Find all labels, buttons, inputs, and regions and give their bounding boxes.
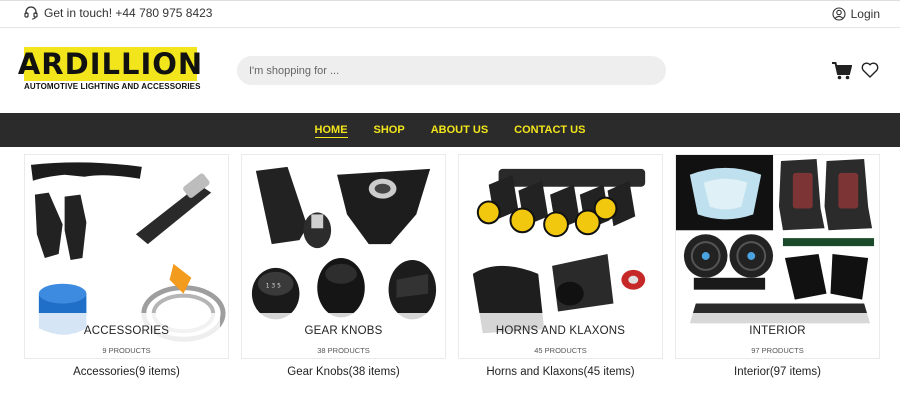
main-nav: HOME SHOP ABOUT US CONTACT US [0,113,900,147]
category-caption[interactable]: Gear Knobs(38 items) [241,366,446,378]
category-count: 9 PRODUCTS [102,346,151,355]
category-count: 97 PRODUCTS [751,346,804,355]
nav-home[interactable]: HOME [302,113,361,147]
user-icon [832,7,846,21]
header: ARDILLION AUTOMOTIVE LIGHTING AND ACCESS… [0,29,900,113]
category-caption[interactable]: Accessories(9 items) [24,366,229,378]
category-card-gear-knobs[interactable]: 1 3 5 GEAR KNOBS 38 PRODUCTS [241,154,446,359]
wishlist-heart-icon[interactable] [861,62,879,83]
category-card-interior[interactable]: INTERIOR 97 PRODUCTS [675,154,880,359]
category-overlay: ACCESSORIES 9 PRODUCTS [33,313,220,358]
category-count: 45 PRODUCTS [534,346,587,355]
nav-shop[interactable]: SHOP [361,113,418,147]
category-overlay: GEAR KNOBS 38 PRODUCTS [250,313,437,358]
cart-icon[interactable] [832,62,853,85]
category-name: HORNS AND KLAXONS [495,325,626,337]
category-caption[interactable]: Interior(97 items) [675,366,880,378]
category-caption[interactable]: Horns and Klaxons(45 items) [458,366,663,378]
category-count: 38 PRODUCTS [317,346,370,355]
contact-info: Get in touch! +44 780 975 8423 [24,6,212,20]
category-name: ACCESSORIES [83,325,170,337]
nav-about-us[interactable]: ABOUT US [418,113,501,147]
category-card-accessories[interactable]: ACCESSORIES 9 PRODUCTS [24,154,229,359]
nav-contact-us[interactable]: CONTACT US [501,113,598,147]
login-label[interactable]: Login [851,7,880,21]
headset-icon [24,6,38,20]
search-input[interactable] [237,56,666,85]
category-name: GEAR KNOBS [304,325,383,337]
category-grid: ACCESSORIES 9 PRODUCTS Accessories(9 ite… [0,154,900,400]
svg-text:1 3 5: 1 3 5 [266,283,281,290]
top-bar: Get in touch! +44 780 975 8423 Login [0,0,900,28]
login-link[interactable]: Login [832,7,880,21]
logo-subtitle: AUTOMOTIVE LIGHTING AND ACCESSORIES [24,82,201,91]
category-overlay: INTERIOR 97 PRODUCTS [684,313,871,358]
logo-title: ARDILLION [17,46,204,81]
contact-text: Get in touch! +44 780 975 8423 [44,6,213,20]
category-name: INTERIOR [749,325,806,337]
site-logo[interactable]: ARDILLION AUTOMOTIVE LIGHTING AND ACCESS… [18,47,202,91]
logo-box: ARDILLION [18,47,202,81]
category-card-horns-and-klaxons[interactable]: HORNS AND KLAXONS 45 PRODUCTS [458,154,663,359]
category-overlay: HORNS AND KLAXONS 45 PRODUCTS [467,313,654,358]
